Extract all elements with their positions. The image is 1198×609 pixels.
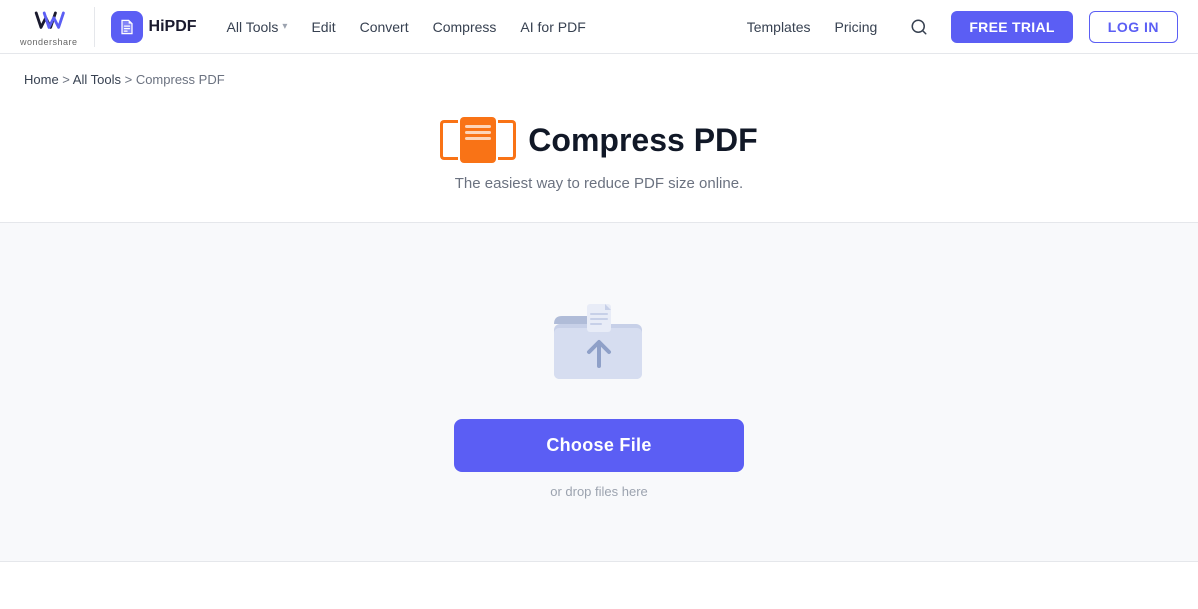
compress-doc-line-2 — [465, 131, 491, 134]
compress-icon-left-bracket — [440, 120, 458, 160]
login-button[interactable]: LOG IN — [1089, 11, 1178, 43]
nav-templates[interactable]: Templates — [737, 13, 821, 41]
nav-right-items: Templates Pricing — [737, 13, 888, 41]
breadcrumb-current: Compress PDF — [136, 72, 225, 87]
breadcrumb-sep1: > — [59, 72, 73, 87]
nav-convert[interactable]: Convert — [350, 13, 419, 41]
hipdf-svg — [117, 17, 137, 37]
chevron-down-icon: ▾ — [282, 21, 287, 32]
compress-doc — [460, 117, 496, 163]
hero-subtitle: The easiest way to reduce PDF size onlin… — [0, 175, 1198, 192]
nav-pricing[interactable]: Pricing — [825, 13, 888, 41]
brand-area: wondershare — [20, 7, 95, 47]
nav-right: Templates Pricing FREE TRIAL LOG IN — [737, 11, 1178, 43]
drop-zone-section[interactable]: Choose File or drop files here — [0, 222, 1198, 562]
breadcrumb-sep2: > — [121, 72, 136, 87]
page-title: Compress PDF — [528, 122, 757, 159]
breadcrumb-all-tools[interactable]: All Tools — [73, 72, 121, 87]
breadcrumb-home[interactable]: Home — [24, 72, 59, 87]
folder-icon-wrap — [549, 296, 649, 391]
compress-pdf-icon — [440, 117, 516, 163]
hero-section: Compress PDF The easiest way to reduce P… — [0, 97, 1198, 222]
hipdf-icon — [111, 11, 143, 43]
search-icon — [910, 18, 928, 36]
wondershare-icon — [33, 7, 65, 35]
hipdf-name: HiPDF — [149, 18, 197, 36]
nav-edit[interactable]: Edit — [301, 13, 345, 41]
compress-icon-right-bracket — [498, 120, 516, 160]
wondershare-text: wondershare — [20, 37, 78, 47]
search-button[interactable] — [903, 11, 935, 43]
hipdf-brand[interactable]: HiPDF — [111, 11, 197, 43]
breadcrumb: Home > All Tools > Compress PDF — [0, 54, 1198, 97]
hero-title-row: Compress PDF — [0, 117, 1198, 163]
nav-all-tools[interactable]: All Tools ▾ — [217, 13, 298, 41]
compress-doc-line-3 — [465, 137, 491, 140]
nav-compress[interactable]: Compress — [423, 13, 507, 41]
choose-file-button[interactable]: Choose File — [454, 419, 744, 472]
free-trial-button[interactable]: FREE TRIAL — [951, 11, 1072, 43]
compress-doc-line-1 — [465, 125, 491, 128]
navbar: wondershare HiPDF All Tools ▾ Edit Conve… — [0, 0, 1198, 54]
wondershare-logo[interactable]: wondershare — [20, 7, 78, 47]
nav-items: All Tools ▾ Edit Convert Compress AI for… — [217, 13, 596, 41]
drop-hint: or drop files here — [550, 484, 648, 499]
nav-ai-for-pdf[interactable]: AI for PDF — [510, 13, 595, 41]
folder-upload-icon — [549, 296, 649, 386]
